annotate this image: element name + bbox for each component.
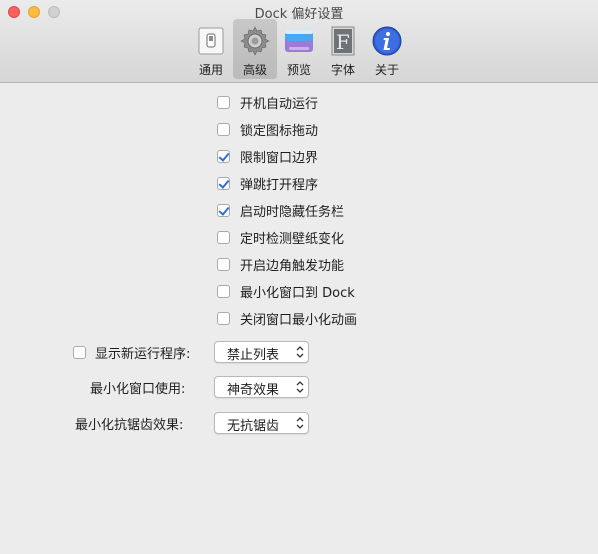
checkbox[interactable]: [217, 177, 230, 190]
gear-icon: [240, 26, 270, 56]
chevron-updown-icon: [296, 417, 304, 429]
show-new-apps-select[interactable]: 禁止列表: [214, 341, 309, 363]
option-label: 弹跳打开程序: [240, 178, 319, 193]
font-icon: F: [331, 26, 355, 56]
option-label: 锁定图标拖动: [240, 124, 319, 139]
info-icon: [372, 26, 402, 56]
checkbox[interactable]: [217, 312, 230, 325]
option-label: 定时检测壁纸变化: [240, 232, 345, 247]
tab-about[interactable]: 关于: [365, 19, 409, 79]
option-label: 最小化窗口到 Dock: [240, 286, 355, 301]
preview-window-icon: [285, 30, 313, 52]
antialias-value: 无抗锯齿: [227, 419, 280, 434]
checkbox[interactable]: [217, 258, 230, 271]
option-label: 限制窗口边界: [240, 151, 319, 166]
show-new-apps-value: 禁止列表: [227, 348, 280, 363]
window-titlebar: Dock 偏好设置 通用 高级 预览 F 字体 关于: [0, 0, 598, 83]
checkbox[interactable]: [217, 204, 230, 217]
minimize-effect-value: 神奇效果: [227, 383, 280, 398]
option-label: 开机自动运行: [240, 97, 319, 112]
antialias-label: 最小化抗锯齿效果:: [75, 418, 184, 433]
checkbox[interactable]: [217, 150, 230, 163]
preferences-window: Dock 偏好设置 通用 高级 预览 F 字体 关于 开机自动运行 锁定图标拖动…: [0, 0, 598, 554]
show-new-apps-label: 显示新运行程序:: [95, 347, 191, 362]
checkbox[interactable]: [217, 285, 230, 298]
chevron-updown-icon: [296, 346, 304, 358]
general-switch-icon: [198, 27, 224, 55]
checkbox[interactable]: [217, 96, 230, 109]
option-label: 启动时隐藏任务栏: [240, 205, 345, 220]
show-new-apps-checkbox[interactable]: [73, 346, 86, 359]
svg-text:F: F: [336, 30, 350, 54]
tab-about-label: 关于: [374, 63, 399, 77]
option-label: 关闭窗口最小化动画: [240, 313, 358, 328]
chevron-updown-icon: [296, 381, 304, 393]
minimize-effect-select[interactable]: 神奇效果: [214, 376, 309, 398]
minimize-effect-label: 最小化窗口使用:: [90, 382, 186, 397]
checkbox[interactable]: [217, 231, 230, 244]
checkbox[interactable]: [217, 123, 230, 136]
antialias-select[interactable]: 无抗锯齿: [214, 412, 309, 434]
option-label: 开启边角触发功能: [240, 259, 345, 274]
